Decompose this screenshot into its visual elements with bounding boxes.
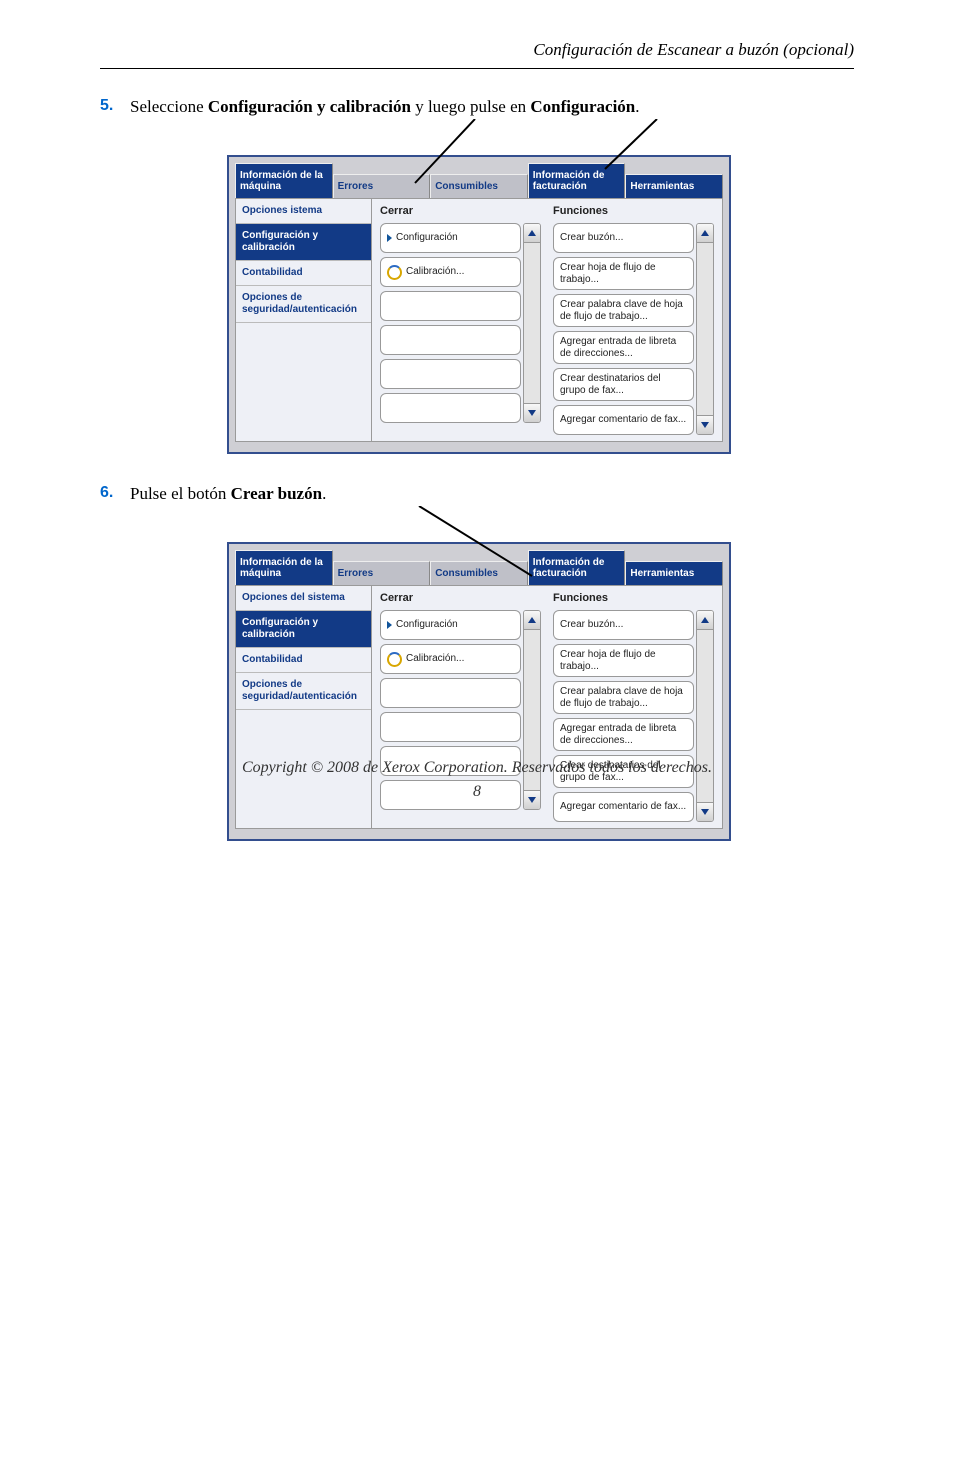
sidebar-item-config-calib[interactable]: Configuración y calibración xyxy=(236,224,371,261)
calibration-label: Calibración... xyxy=(406,266,464,278)
configuration-label: Configuración xyxy=(396,232,458,244)
triangle-up-icon xyxy=(528,230,536,236)
create-workflow-sheet-item[interactable]: Crear hoja de flujo de trabajo... xyxy=(553,644,694,677)
sidebar-item-security[interactable]: Opciones de seguridad/autenticación xyxy=(236,286,371,323)
calibration-item[interactable]: Calibración... xyxy=(380,257,521,287)
add-address-book-entry-item[interactable]: Agregar entrada de libreta de direccione… xyxy=(553,331,694,364)
play-arrow-icon xyxy=(387,234,392,242)
step-number: 6. xyxy=(100,484,130,502)
screenshot-panel-1: Información de la máquina Errores Consum… xyxy=(227,155,731,454)
functions-label: Funciones xyxy=(553,205,714,217)
refresh-icon xyxy=(387,265,402,280)
list-item[interactable] xyxy=(380,359,521,389)
scroll-down-button[interactable] xyxy=(697,802,713,821)
figure-1: Información de la máquina Errores Consum… xyxy=(227,127,727,454)
configuration-item[interactable]: Configuración xyxy=(380,610,521,640)
right-column: Funciones Crear buzón... Crear hoja de f… xyxy=(553,205,714,435)
tab-tools[interactable]: Herramientas xyxy=(625,561,723,585)
functions-label: Funciones xyxy=(553,592,714,604)
step-5: 5. Seleccione Configuración y calibració… xyxy=(100,97,954,117)
scroll-track[interactable] xyxy=(697,243,713,415)
main-pane: Cerrar Configuración Calibración... xyxy=(372,198,723,442)
header-rule xyxy=(100,68,854,69)
sidebar-item-system-options[interactable]: Opciones istema xyxy=(236,199,371,224)
sidebar-item-accounting[interactable]: Contabilidad xyxy=(236,261,371,286)
triangle-down-icon xyxy=(528,410,536,416)
copyright-text: Copyright © 2008 de Xerox Corporation. R… xyxy=(242,759,712,776)
create-workflow-sheet-item[interactable]: Crear hoja de flujo de trabajo... xyxy=(553,257,694,290)
create-workflow-password-item[interactable]: Crear palabra clave de hoja de flujo de … xyxy=(553,681,694,714)
step-text: Pulse el botón Crear buzón. xyxy=(130,484,326,504)
tab-errors[interactable]: Errores xyxy=(333,561,431,585)
calibration-item[interactable]: Calibración... xyxy=(380,644,521,674)
configuration-label: Configuración xyxy=(396,619,458,631)
list-item[interactable] xyxy=(380,393,521,423)
tab-machine-info[interactable]: Información de la máquina xyxy=(235,550,333,585)
triangle-down-icon xyxy=(701,422,709,428)
sidebar: Opciones istema Configuración y calibrac… xyxy=(235,198,372,442)
page-footer: Copyright © 2008 de Xerox Corporation. R… xyxy=(0,759,954,801)
step-6: 6. Pulse el botón Crear buzón. xyxy=(100,484,954,504)
play-arrow-icon xyxy=(387,621,392,629)
configuration-item[interactable]: Configuración xyxy=(380,223,521,253)
list-item[interactable] xyxy=(380,712,521,742)
list-item[interactable] xyxy=(380,291,521,321)
scroll-up-button[interactable] xyxy=(697,224,713,243)
scroll-track[interactable] xyxy=(524,243,540,403)
sidebar-item-security[interactable]: Opciones de seguridad/autenticación xyxy=(236,673,371,710)
tab-machine-info[interactable]: Información de la máquina xyxy=(235,163,333,198)
triangle-up-icon xyxy=(528,617,536,623)
triangle-up-icon xyxy=(701,617,709,623)
close-label[interactable]: Cerrar xyxy=(380,592,541,604)
callout-arrow-icon xyxy=(417,506,547,584)
list-item[interactable] xyxy=(380,678,521,708)
scroll-down-button[interactable] xyxy=(524,403,540,422)
add-address-book-entry-item[interactable]: Agregar entrada de libreta de direccione… xyxy=(553,718,694,751)
sidebar-item-config-calib[interactable]: Configuración y calibración xyxy=(236,611,371,648)
left-column: Cerrar Configuración Calibración... xyxy=(380,205,541,435)
page-number: 8 xyxy=(0,783,954,801)
scrollbar-left[interactable] xyxy=(523,223,541,423)
create-mailbox-item[interactable]: Crear buzón... xyxy=(553,610,694,640)
callout-arrow-left-icon xyxy=(407,119,497,194)
create-workflow-password-item[interactable]: Crear palabra clave de hoja de flujo de … xyxy=(553,294,694,327)
sidebar-item-accounting[interactable]: Contabilidad xyxy=(236,648,371,673)
scroll-down-button[interactable] xyxy=(697,415,713,434)
sidebar-item-system-options[interactable]: Opciones del sistema xyxy=(236,586,371,611)
callout-arrow-right-icon xyxy=(597,119,677,179)
calibration-label: Calibración... xyxy=(406,653,464,665)
scroll-up-button[interactable] xyxy=(697,611,713,630)
step-number: 5. xyxy=(100,97,130,115)
close-label[interactable]: Cerrar xyxy=(380,205,541,217)
create-fax-group-recipients-item[interactable]: Crear destinatarios del grupo de fax... xyxy=(553,368,694,401)
scroll-up-button[interactable] xyxy=(524,224,540,243)
triangle-up-icon xyxy=(701,230,709,236)
scrollbar-right[interactable] xyxy=(696,223,714,435)
refresh-icon xyxy=(387,652,402,667)
list-item[interactable] xyxy=(380,325,521,355)
triangle-down-icon xyxy=(701,809,709,815)
scroll-up-button[interactable] xyxy=(524,611,540,630)
step-text: Seleccione Configuración y calibración y… xyxy=(130,97,640,117)
add-fax-comment-item[interactable]: Agregar comentario de fax... xyxy=(553,405,694,435)
page-header: Configuración de Escanear a buzón (opcio… xyxy=(0,40,954,68)
create-mailbox-item[interactable]: Crear buzón... xyxy=(553,223,694,253)
